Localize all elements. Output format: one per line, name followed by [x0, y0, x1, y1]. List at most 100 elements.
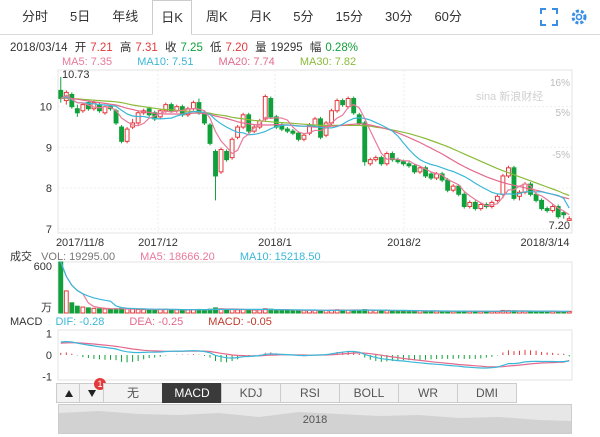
candle-body — [539, 199, 545, 210]
candle-body — [295, 132, 301, 140]
candle-body — [229, 138, 235, 159]
candle-body — [450, 185, 456, 191]
candle-body — [445, 179, 451, 191]
indicator-tab-4[interactable]: BOLL — [339, 383, 399, 403]
volume-bar — [168, 309, 174, 314]
volume-bar — [102, 308, 108, 314]
candle-body — [478, 203, 484, 210]
volume-bar — [135, 308, 141, 314]
volume-bar — [74, 305, 80, 314]
volume-bar — [174, 309, 180, 314]
sina-watermark: sina 新浪财经 — [476, 89, 543, 103]
date-tick-label: 2018/1 — [258, 237, 292, 249]
candle-body — [284, 128, 290, 132]
volume-bar — [58, 261, 64, 314]
volume-bar — [91, 307, 97, 314]
candle-body — [301, 134, 307, 140]
candle-body — [406, 163, 412, 167]
candle-body — [345, 98, 351, 108]
volume-bar — [284, 309, 290, 314]
indicator-tab-2[interactable]: KDJ — [221, 383, 281, 403]
volume-bar — [240, 309, 246, 314]
volume-unit-label: 万 — [41, 302, 52, 314]
last-price-label: 7.20 — [549, 220, 570, 232]
candle-body — [400, 161, 406, 165]
volume-bar — [279, 309, 285, 314]
volume-top-tick: 600 — [34, 261, 52, 273]
candle-body — [262, 95, 268, 120]
volume-bar — [235, 309, 241, 314]
candle-body — [268, 98, 274, 118]
candle-body — [124, 128, 130, 142]
candle-body — [362, 122, 368, 163]
scroller-year: 2018 — [302, 414, 328, 426]
price-tick-label: 10 — [40, 102, 52, 114]
volume-bar — [229, 309, 235, 314]
candle-body — [472, 201, 478, 210]
candle-body — [224, 151, 230, 161]
candle-body — [561, 212, 567, 216]
candle-body — [119, 126, 124, 142]
indicator-tab-5[interactable]: WR — [398, 383, 458, 403]
max-price-label: 10.73 — [62, 69, 90, 81]
stock-chart[interactable]: 1098716%5%-5%sina 新浪财经2017/11/8 2017/12 20… — [0, 0, 600, 437]
volume-bar — [273, 309, 279, 314]
price-tick-label: 7 — [46, 224, 52, 236]
volume-bar — [85, 307, 91, 314]
macd-tick-label: 0 — [46, 350, 52, 362]
candle-body — [417, 167, 423, 173]
candle-body — [434, 173, 440, 179]
candle-body — [412, 165, 417, 173]
date-tick-label: 2017/12 — [138, 237, 178, 249]
candle-body — [550, 206, 556, 212]
candle-body — [290, 130, 296, 134]
macd-tick-label: -1 — [42, 372, 52, 384]
candle-body — [135, 112, 141, 124]
price-tick-label: 8 — [46, 183, 52, 195]
volume-bar — [130, 308, 136, 314]
indicator-tab-0[interactable]: 无 — [103, 383, 163, 403]
date-tick-label: 2018/2 — [387, 237, 421, 249]
macd-tick-label: 1 — [46, 328, 52, 340]
volume-bar — [251, 309, 257, 314]
volume-bar — [124, 308, 130, 314]
candle-body — [80, 104, 86, 112]
volume-ma10-line — [60, 261, 570, 312]
candle-body — [467, 201, 473, 208]
candle-body — [461, 193, 467, 208]
volume-ma5-line — [60, 261, 570, 313]
candle-body — [378, 157, 384, 165]
indicator-tab-1[interactable]: MACD — [162, 383, 222, 403]
volume-bar — [69, 302, 75, 314]
candle-body — [367, 159, 373, 165]
date-tick-label: 2017/11/8 — [56, 237, 104, 249]
volume-bar — [179, 309, 185, 314]
indicator-tab-3[interactable]: RSI — [280, 383, 340, 403]
candle-body — [494, 195, 500, 201]
volume-bar — [373, 309, 379, 314]
candle-body — [213, 151, 218, 177]
candle-body — [533, 193, 539, 201]
candle-body — [428, 173, 434, 179]
candle-body — [334, 100, 340, 112]
candle-body — [74, 108, 80, 114]
candle-body — [340, 100, 346, 106]
volume-bar — [97, 308, 102, 314]
indicator-tabs: 无 MACD KDJ RSI BOLL WR DMI — [103, 383, 517, 403]
candle-body — [246, 114, 252, 132]
candle-body — [544, 208, 550, 212]
indicator-tab-6[interactable]: DMI — [457, 383, 517, 403]
candle-body — [190, 102, 196, 110]
volume-bar — [108, 308, 113, 314]
dif-line — [60, 340, 570, 369]
volume-panel-frame — [57, 261, 573, 314]
candle-body — [207, 124, 213, 144]
price-tick-label: 9 — [46, 142, 52, 154]
volume-bar — [80, 306, 86, 314]
volume-bar — [63, 290, 69, 314]
candle-body — [240, 114, 246, 128]
timeline-scroller[interactable]: 2018 — [58, 404, 572, 434]
volume-bar — [185, 309, 191, 314]
percent-tick-label: -5% — [552, 150, 570, 161]
candle-body — [500, 175, 506, 195]
